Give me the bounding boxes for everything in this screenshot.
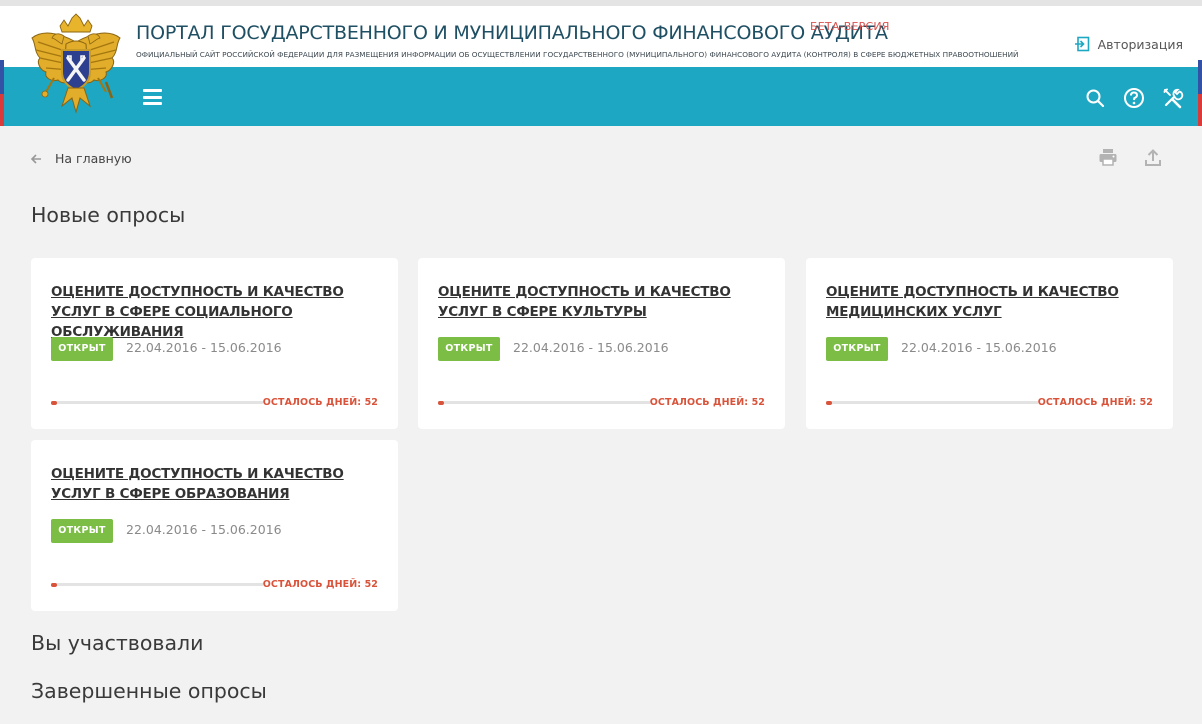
hamburger-icon[interactable] (143, 89, 162, 105)
days-left-label: ОСТАЛОСЬ ДНЕЙ: 52 (649, 397, 765, 408)
survey-title-link[interactable]: ОЦЕНИТЕ ДОСТУПНОСТЬ И КАЧЕСТВО УСЛУГ В С… (51, 464, 381, 504)
status-badge: ОТКРЫТ (51, 519, 113, 543)
double-headed-eagle-emblem[interactable] (28, 12, 124, 120)
portal-title: ПОРТАЛ ГОСУДАРСТВЕННОГО И МУНИЦИПАЛЬНОГО… (136, 22, 888, 44)
survey-dates: 22.04.2016 - 15.06.2016 (126, 340, 282, 355)
section-title-participated[interactable]: Вы участвовали (31, 631, 203, 655)
survey-card: ОЦЕНИТЕ ДОСТУПНОСТЬ И КАЧЕСТВО УСЛУГ В С… (418, 258, 785, 429)
survey-card: ОЦЕНИТЕ ДОСТУПНОСТЬ И КАЧЕСТВО УСЛУГ В С… (31, 440, 398, 611)
survey-title-link[interactable]: ОЦЕНИТЕ ДОСТУПНОСТЬ И КАЧЕСТВО УСЛУГ В С… (51, 282, 381, 342)
portal-subtitle: ОФИЦИАЛЬНЫЙ САЙТ РОССИЙСКОЙ ФЕДЕРАЦИИ ДЛ… (136, 50, 1019, 59)
site-header: ПОРТАЛ ГОСУДАРСТВЕННОГО И МУНИЦИПАЛЬНОГО… (0, 0, 1202, 67)
print-icon[interactable] (1098, 147, 1118, 167)
survey-dates: 22.04.2016 - 15.06.2016 (513, 340, 669, 355)
progress-track (826, 400, 1038, 405)
login-label: Авторизация (1097, 36, 1183, 52)
survey-card: ОЦЕНИТЕ ДОСТУПНОСТЬ И КАЧЕСТВО УСЛУГ В С… (31, 258, 398, 429)
progress-track (438, 400, 650, 405)
back-to-home-link[interactable]: На главную (30, 151, 132, 166)
section-title-finished[interactable]: Завершенные опросы (31, 679, 267, 703)
survey-dates: 22.04.2016 - 15.06.2016 (126, 522, 282, 537)
status-badge: ОТКРЫТ (438, 337, 500, 361)
login-link[interactable]: Авторизация (1074, 36, 1183, 52)
days-left-label: ОСТАЛОСЬ ДНЕЙ: 52 (262, 397, 378, 408)
back-label: На главную (55, 151, 132, 166)
help-icon[interactable] (1123, 87, 1145, 109)
days-left-label: ОСТАЛОСЬ ДНЕЙ: 52 (262, 579, 378, 590)
beta-label: БЕТА-ВЕРСИЯ (810, 20, 890, 33)
days-left-label: ОСТАЛОСЬ ДНЕЙ: 52 (1037, 397, 1153, 408)
flag-stripe-left (0, 28, 4, 126)
progress-fill (438, 400, 445, 405)
progress-track (51, 582, 263, 587)
flag-stripe-right (1198, 28, 1202, 126)
survey-dates: 22.04.2016 - 15.06.2016 (901, 340, 1057, 355)
status-badge: ОТКРЫТ (826, 337, 888, 361)
login-icon (1074, 36, 1089, 52)
survey-title-link[interactable]: ОЦЕНИТЕ ДОСТУПНОСТЬ И КАЧЕСТВО МЕДИЦИНСК… (826, 282, 1156, 322)
progress-fill (826, 400, 833, 405)
progress-track (51, 400, 263, 405)
search-icon[interactable] (1084, 87, 1106, 109)
section-title-new: Новые опросы (31, 203, 186, 227)
status-badge: ОТКРЫТ (51, 337, 113, 361)
tools-icon[interactable] (1162, 87, 1184, 109)
progress-fill (51, 400, 58, 405)
upload-icon[interactable] (1143, 147, 1163, 167)
main-navbar (0, 67, 1202, 126)
arrow-left-icon (30, 153, 41, 164)
progress-fill (51, 582, 58, 587)
survey-title-link[interactable]: ОЦЕНИТЕ ДОСТУПНОСТЬ И КАЧЕСТВО УСЛУГ В С… (438, 282, 768, 322)
survey-card: ОЦЕНИТЕ ДОСТУПНОСТЬ И КАЧЕСТВО МЕДИЦИНСК… (806, 258, 1173, 429)
